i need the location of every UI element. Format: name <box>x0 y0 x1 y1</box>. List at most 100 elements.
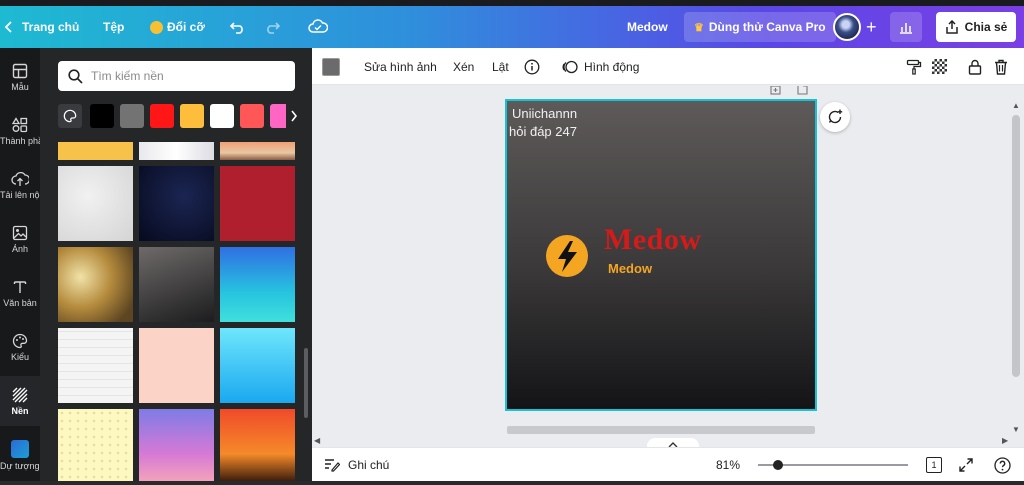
color-swatch[interactable] <box>90 104 114 128</box>
background-tile[interactable] <box>139 166 214 241</box>
rail-item-background[interactable]: Nền <box>0 376 40 426</box>
background-tile[interactable] <box>220 247 295 322</box>
edit-image-button[interactable]: Sửa hình ảnh <box>364 48 437 85</box>
background-tile[interactable] <box>220 328 295 403</box>
transparency-icon <box>932 59 947 74</box>
help-button[interactable] <box>994 448 1011 482</box>
rail-item-photos[interactable]: Ảnh <box>0 214 40 264</box>
color-swatch[interactable] <box>240 104 264 128</box>
canvas-horizontal-scrollbar[interactable] <box>507 426 815 434</box>
lock-button[interactable] <box>968 48 982 85</box>
flip-button[interactable]: Lật <box>492 48 509 85</box>
rail-label: Mẫu <box>11 81 29 92</box>
share-button[interactable]: Chia sẻ <box>936 12 1016 42</box>
background-tile[interactable] <box>139 409 214 484</box>
brand-title[interactable]: Medow <box>604 223 701 257</box>
zoom-value: 81% <box>716 458 741 472</box>
palette-icon <box>63 109 77 123</box>
rail-item-apps[interactable]: Dự tượng... <box>0 430 40 480</box>
zoom-slider-thumb[interactable] <box>773 460 783 470</box>
color-swatch[interactable] <box>180 104 204 128</box>
fill-color-button[interactable] <box>322 48 340 85</box>
try-pro-button[interactable]: ♛ Dùng thử Canva Pro <box>684 12 836 42</box>
cloud-save-button[interactable] <box>308 6 328 48</box>
background-tile[interactable] <box>58 166 133 241</box>
page-text-line1[interactable]: Uniichannn <box>512 105 577 123</box>
doc-title[interactable]: Medow <box>627 6 668 48</box>
scroll-right-arrow[interactable]: ▶ <box>1002 436 1008 445</box>
regenerate-button[interactable] <box>820 102 850 132</box>
fullscreen-icon <box>959 458 973 472</box>
background-tile[interactable] <box>139 247 214 322</box>
zoom-level[interactable]: 81% <box>716 448 740 482</box>
search-box[interactable] <box>58 61 295 91</box>
palette-icon <box>12 333 28 348</box>
color-swatch[interactable] <box>120 104 144 128</box>
rail-label: Ảnh <box>11 243 28 254</box>
avatar[interactable] <box>833 13 861 41</box>
copy-style-button[interactable] <box>906 48 922 85</box>
info-button[interactable] <box>524 48 540 85</box>
color-swatch[interactable] <box>210 104 234 128</box>
design-page[interactable]: Uniichannn hỏi đáp 247 Medow Medow <box>505 99 817 411</box>
scroll-down-arrow[interactable]: ▼ <box>1012 425 1020 434</box>
rail-item-templates[interactable]: Mẫu <box>0 52 40 102</box>
crop-button[interactable]: Xén <box>453 48 474 85</box>
background-tile[interactable] <box>220 142 295 160</box>
chevron-left-icon <box>4 21 12 33</box>
crop-label: Xén <box>453 59 475 74</box>
color-swatch[interactable] <box>270 104 286 128</box>
duplicate-page-button[interactable] <box>770 85 782 99</box>
undo-button[interactable] <box>230 6 246 48</box>
brand-subtitle[interactable]: Medow <box>608 261 652 276</box>
add-page-icon <box>770 85 781 95</box>
rail-label: Nền <box>11 405 29 416</box>
canvas-vertical-scrollbar[interactable] <box>1012 115 1020 377</box>
home-button[interactable]: Trang chủ <box>4 6 79 48</box>
background-tile[interactable] <box>220 409 295 484</box>
crown-icon: ♛ <box>694 21 704 34</box>
rail-item-uploads[interactable]: Tải lên nội dung t... <box>0 160 40 210</box>
insights-button[interactable] <box>890 12 922 42</box>
scroll-left-arrow[interactable]: ◀ <box>314 436 320 445</box>
cloud-check-icon <box>308 19 328 33</box>
notes-icon <box>325 459 340 472</box>
background-tile[interactable] <box>58 409 133 484</box>
crown-icon <box>150 20 163 34</box>
add-member-button[interactable]: + <box>866 6 877 48</box>
background-tile[interactable] <box>58 328 133 403</box>
background-tile[interactable] <box>139 328 214 403</box>
file-menu[interactable]: Tệp <box>103 6 124 48</box>
lightning-logo[interactable] <box>546 235 588 277</box>
background-tile[interactable] <box>58 142 133 160</box>
resize-button[interactable]: Đổi cỡ <box>150 6 205 48</box>
animate-button[interactable]: Hình động <box>562 48 639 85</box>
search-input[interactable] <box>91 69 281 83</box>
rail-item-text[interactable]: Văn bản <box>0 268 40 318</box>
scroll-up-arrow[interactable]: ▲ <box>1012 101 1020 110</box>
page-count-button[interactable]: 1 <box>926 448 942 482</box>
notes-button[interactable]: Ghi chú <box>324 448 389 482</box>
background-tile[interactable] <box>58 247 133 322</box>
rail-item-elements[interactable]: Thành phần <box>0 106 40 156</box>
rail-label: Thành phần <box>0 135 40 146</box>
rail-label: Dự tượng... <box>0 460 40 471</box>
expand-page-button[interactable] <box>797 85 809 99</box>
background-tile[interactable] <box>139 142 214 160</box>
page-text-line2[interactable]: hỏi đáp 247 <box>509 123 577 141</box>
color-swatch[interactable] <box>150 104 174 128</box>
swatch-scroll-right[interactable] <box>286 104 302 128</box>
panel-scrollbar[interactable] <box>304 348 308 418</box>
color-picker-button[interactable] <box>58 104 82 128</box>
info-icon <box>524 59 540 74</box>
page-count: 1 <box>931 460 937 470</box>
rail-item-styles[interactable]: Kiểu <box>0 322 40 372</box>
fullscreen-button[interactable] <box>959 448 973 482</box>
background-tile[interactable] <box>220 166 295 241</box>
left-rail: Mẫu Thành phần Tải lên nội dung t... Ảnh… <box>0 48 40 485</box>
transparency-button[interactable] <box>932 48 947 85</box>
edit-image-label: Sửa hình ảnh <box>364 59 437 74</box>
delete-button[interactable] <box>994 48 1008 85</box>
show-pages-button[interactable] <box>647 438 699 447</box>
redo-button[interactable] <box>264 6 280 48</box>
